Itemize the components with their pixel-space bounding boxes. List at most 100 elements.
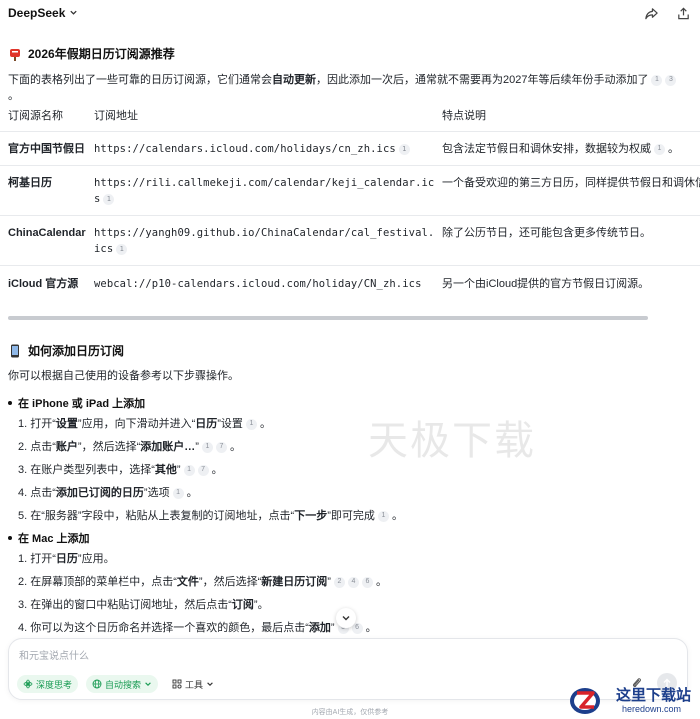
source-desc: 包含法定节假日和调休安排，数据较为权威 1 。 [442, 143, 680, 155]
bullet-heading-text: 在 Mac 上添加 [18, 533, 90, 545]
section-title-how-to-add: 如何添加日历订阅 [0, 342, 124, 359]
iphone-heading: 在 iPhone 或 iPad 上添加 [0, 395, 145, 411]
logo-cn-text: 这里下载站 [616, 686, 692, 704]
bullet-dot [8, 536, 12, 540]
step-bold-text: 文件 [176, 576, 199, 588]
step-text: 4. 点击“ [18, 487, 56, 499]
list-item: 1. 打开“日历”应用。 [0, 551, 115, 567]
citation-badge[interactable]: 1 [654, 143, 665, 155]
source-url-text: ics [94, 243, 114, 255]
citation-badge[interactable]: 1 [245, 418, 257, 430]
deep-think-toggle[interactable]: 深度思考 [17, 675, 79, 693]
source-name: ChinaCalendar [8, 227, 86, 239]
step-bold-text: 设置 [55, 418, 78, 430]
step-bold-text: 日历 [55, 553, 78, 565]
message-input[interactable] [19, 648, 579, 664]
source-url-text: s [94, 193, 101, 205]
watermark-text: 天极下载 [368, 418, 536, 464]
source-url[interactable]: https://yangh09.github.io/ChinaCalendar/… [94, 225, 434, 257]
citation-badge[interactable]: 3 [665, 74, 677, 86]
top-actions [642, 4, 692, 22]
citation-badge[interactable]: 1 [651, 74, 663, 86]
globe-icon [92, 679, 102, 689]
list-item: 4. 点击“添加已订阅的日历”选项 1 。 [18, 487, 198, 499]
table-row: 官方中国节假日 https://calendars.icloud.com/hol… [0, 132, 700, 166]
list-item: 2. 在屏幕顶部的菜单栏中，点击“文件”，然后选择“新建日历订阅” 2 4 6 。 [18, 576, 387, 588]
source-name: 官方中国节假日 [8, 143, 85, 155]
step-text: ”应用，向下滑动并进入“ [77, 418, 196, 430]
table-horizontal-scrollbar[interactable] [8, 316, 648, 320]
list-item: 3. 在账户类型列表中，选择“其他” 1 7 。 [18, 464, 223, 476]
source-desc: 另一个由iCloud提供的官方节假日订阅源。 [442, 278, 650, 290]
logo-en-text: heredown.com [622, 704, 682, 714]
source-url[interactable]: webcal://p10-calendars.icloud.com/holida… [94, 276, 434, 292]
step-text: 5. 在“服务器”字段中，粘贴从上表复制的订阅地址，点击“ [18, 510, 295, 522]
table-header-name: 订阅源名称 [8, 110, 63, 122]
chevron-down-icon [342, 616, 350, 621]
step-text: ”，然后选择“ [77, 441, 141, 453]
citation-badge[interactable]: 7 [215, 441, 227, 453]
source-name: 柯基日历 [8, 177, 52, 189]
step-text: ”即可完成 [327, 510, 375, 522]
step-text: ”。 [253, 599, 269, 611]
table-header-row: 订阅源名称 订阅地址 特点说明 [0, 100, 700, 132]
step-bold-text: 添加 [308, 622, 331, 634]
auto-search-dropdown[interactable]: 自动搜索 [86, 675, 159, 693]
upload-icon[interactable] [674, 4, 692, 22]
citation-badge[interactable]: 1 [377, 510, 389, 522]
source-url[interactable]: https://rili.callmekeji.com/calendar/kej… [94, 175, 434, 207]
source-desc: 除了公历节日，还可能包含更多传统节日。 [442, 227, 651, 239]
citation-badge[interactable]: 2 [333, 576, 345, 588]
mailbox-icon [8, 47, 22, 61]
scroll-to-bottom-button[interactable] [336, 608, 356, 628]
chip-label: 深度思考 [36, 679, 73, 690]
step-text: 1. 打开“ [18, 418, 56, 430]
list-item: 1. 打开“设置”应用，向下滑动并进入“日历”设置 1 。 [18, 418, 271, 430]
list-item: 3. 在弹出的窗口中粘贴订阅地址，然后点击“订阅”。 [0, 597, 269, 613]
section-title-calendar-sources: 2026年假期日历订阅源推荐 [0, 45, 175, 62]
step-bold-text: 其他 [154, 464, 177, 476]
tools-dropdown[interactable]: 工具 [166, 675, 220, 693]
source-name: iCloud 官方源 [8, 278, 79, 290]
citation-badge[interactable]: 1 [116, 243, 128, 255]
step-bold-text: 账户 [55, 441, 78, 453]
share-icon[interactable] [642, 4, 660, 22]
heredown-logo: 这里下载站 heredown.com [566, 682, 700, 719]
step-bold-text: 添加已订阅的日历 [55, 487, 144, 499]
table-header-desc: 特点说明 [442, 110, 486, 122]
model-selector[interactable]: DeepSeek [8, 6, 78, 20]
step-text: ” [176, 464, 181, 476]
citation-badge[interactable]: 1 [201, 441, 213, 453]
table-row: 柯基日历 https://rili.callmekeji.com/calenda… [0, 166, 700, 216]
chip-label: 工具 [185, 679, 204, 690]
source-url[interactable]: https://calendars.icloud.com/holidays/cn… [94, 141, 434, 157]
top-bar: DeepSeek [0, 0, 700, 26]
step-text: ” [330, 622, 335, 634]
citation-badge[interactable]: 1 [183, 464, 195, 476]
source-desc: 一个备受欢迎的第三方日历，同样提供节假日和调休信 [442, 177, 700, 189]
table-row: ChinaCalendar https://yangh09.github.io/… [0, 216, 700, 266]
citation-badge[interactable]: 1 [103, 193, 115, 205]
intro-text-b: ，因此添加一次后，通常就不需要再为2027年等后续年份手动添加了 [316, 74, 649, 86]
step-text: ”，然后选择“ [198, 576, 262, 588]
section2-intro: 你可以根据自己使用的设备参考以下步骤操作。 [8, 370, 239, 382]
citation-badge[interactable]: 7 [197, 464, 209, 476]
composer-options: 深度思考 自动搜索 工具 [17, 675, 220, 693]
source-url-text: https://calendars.icloud.com/holidays/cn… [94, 143, 396, 155]
list-item: 4. 你可以为这个日历命名并选择一个喜欢的颜色，最后点击“添加”56 。 [18, 622, 377, 634]
list-item: 2. 点击“账户”，然后选择“添加账户…” 1 7 。 [18, 441, 241, 453]
step-text: ” [195, 441, 199, 453]
step-bold-text: 下一步 [294, 510, 328, 522]
step-text: 2. 点击“ [18, 441, 56, 453]
step-text: 1. 打开“ [18, 553, 56, 565]
chevron-down-icon [69, 8, 78, 19]
step-text: ” [327, 576, 331, 588]
citation-badge[interactable]: 1 [172, 487, 184, 499]
step-text: ”选项 [143, 487, 170, 499]
section-title-text: 2026年假期日历订阅源推荐 [28, 47, 175, 61]
citation-badge[interactable]: 4 [347, 576, 359, 588]
chat-content: 2026年假期日历订阅源推荐 下面的表格列出了一些可靠的日历订阅源，它们通常会自… [0, 30, 700, 638]
citation-badge[interactable]: 1 [398, 143, 410, 155]
bullet-dot [8, 401, 12, 405]
citation-badge[interactable]: 6 [361, 576, 373, 588]
